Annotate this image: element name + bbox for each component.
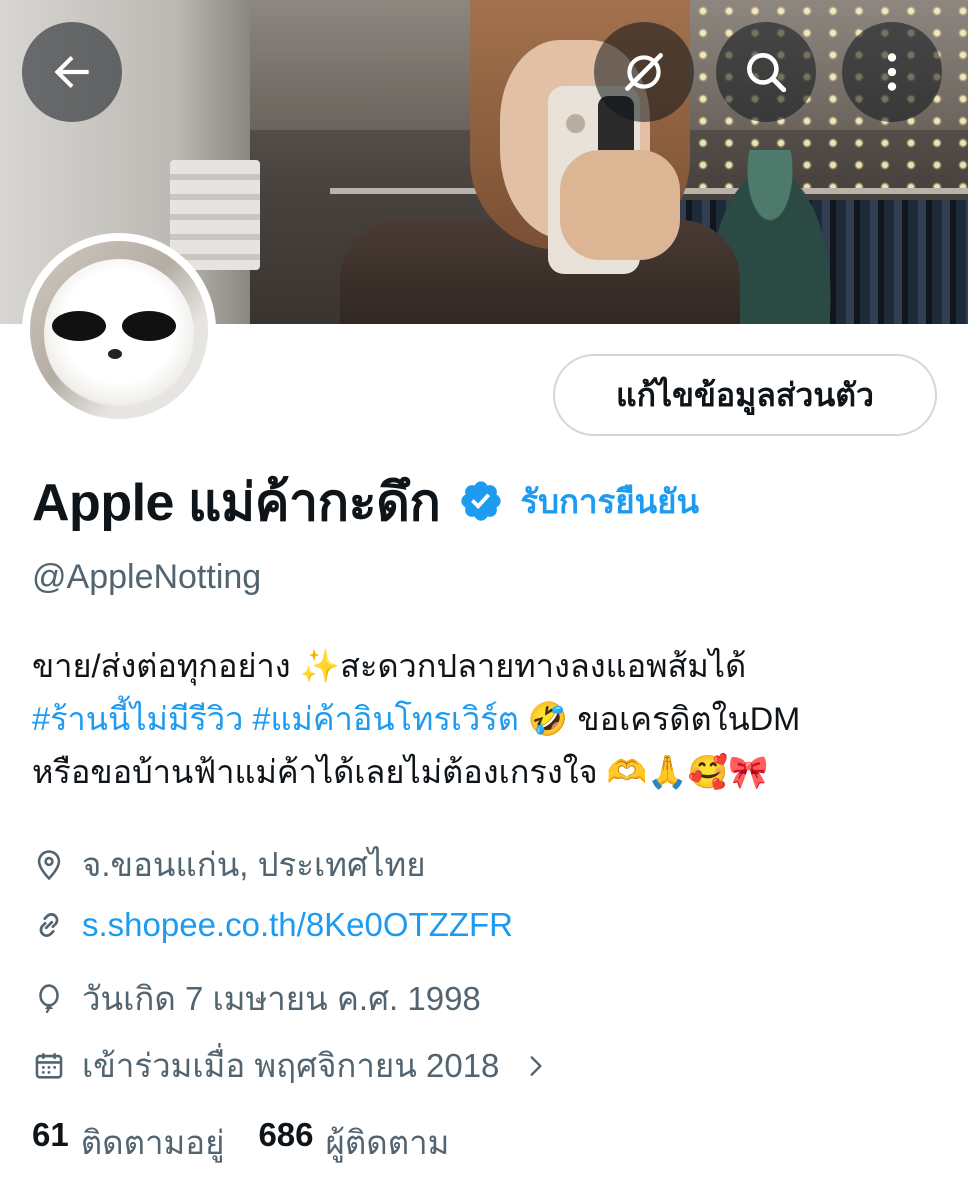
banner-hand <box>560 150 680 260</box>
search-button[interactable] <box>716 22 816 122</box>
back-button[interactable] <box>22 22 122 122</box>
avatar-lens-left <box>52 311 106 341</box>
followers-count: 686 <box>258 1116 314 1153</box>
avatar-image <box>30 241 208 419</box>
profile-avatar[interactable] <box>22 233 216 427</box>
display-name: Apple แม่ค้ากะดึก <box>32 473 441 532</box>
arrow-left-icon <box>54 55 89 89</box>
following-link[interactable]: 61 ติดตามอยู่ <box>32 1116 224 1169</box>
joined-text: เข้าร่วมเมื่อ พฤศจิกายน 2018 <box>82 1047 500 1084</box>
followers-link[interactable]: 686 ผู้ติดตาม <box>258 1116 449 1169</box>
bio-line-1: ขาย/ส่งต่อทุกอย่าง ✨สะดวกปลายทางลงแอพส้ม… <box>32 648 747 684</box>
get-verified-link[interactable]: รับการยืนยัน <box>520 475 699 528</box>
more-button[interactable] <box>842 22 942 122</box>
location-pin-icon <box>37 849 61 880</box>
avatar-lens-right <box>122 311 176 341</box>
bio-line-2: #ร้านนี้ไม่มีรีวิว #แม่ค้าอินโทรเวิร์ต 🤣… <box>32 693 932 746</box>
link-icon <box>39 913 59 937</box>
bio-line-2-tail: 🤣 ขอเครดิตในDM <box>518 701 801 737</box>
followers-label: ผู้ติดตาม <box>325 1124 450 1161</box>
website-link[interactable]: s.shopee.co.th/8Ke0OTZZFR <box>82 906 513 944</box>
user-handle: @AppleNotting <box>32 558 262 596</box>
edit-profile-button[interactable]: แก้ไขข้อมูลส่วนตัว <box>553 354 937 436</box>
calendar-icon <box>35 1052 63 1079</box>
search-icon <box>747 53 787 93</box>
follow-stats: 61 ติดตามอยู่ 686 ผู้ติดตาม <box>32 1116 449 1169</box>
avatar-dog-nose <box>108 349 122 359</box>
joined-row[interactable]: เข้าร่วมเมื่อ พฤศจิกายน 2018 <box>32 1039 549 1092</box>
location-row: จ.ขอนแก่น, ประเทศไทย <box>32 838 426 891</box>
name-row: Apple แม่ค้ากะดึก รับการยืนยัน <box>32 466 699 536</box>
profile-bio: ขาย/ส่งต่อทุกอย่าง ✨สะดวกปลายทางลงแอพส้ม… <box>32 640 932 799</box>
grok-icon <box>625 53 663 91</box>
grok-button[interactable] <box>594 22 694 122</box>
birthday-row: วันเกิด 7 เมษายน ค.ศ. 1998 <box>32 972 481 1025</box>
avatar-sunglasses <box>52 311 178 341</box>
following-count: 61 <box>32 1116 69 1153</box>
birthday-text: วันเกิด 7 เมษายน ค.ศ. 1998 <box>82 980 481 1017</box>
following-label: ติดตามอยู่ <box>80 1124 225 1161</box>
more-vertical-icon <box>887 53 897 91</box>
hashtag-link[interactable]: #แม่ค้าอินโทรเวิร์ต <box>252 701 518 737</box>
verified-badge-icon[interactable] <box>458 478 504 524</box>
location-text: จ.ขอนแก่น, ประเทศไทย <box>82 846 426 883</box>
bio-line-3: หรือขอบ้านฟ้าแม่ค้าได้เลยไม่ต้องเกรงใจ 🫶… <box>32 754 769 790</box>
chevron-right-icon <box>530 1055 542 1076</box>
website-row: s.shopee.co.th/8Ke0OTZZFR <box>32 906 513 944</box>
balloon-icon <box>39 983 59 1013</box>
hashtag-link[interactable]: #ร้านนี้ไม่มีรีวิว <box>32 701 243 737</box>
